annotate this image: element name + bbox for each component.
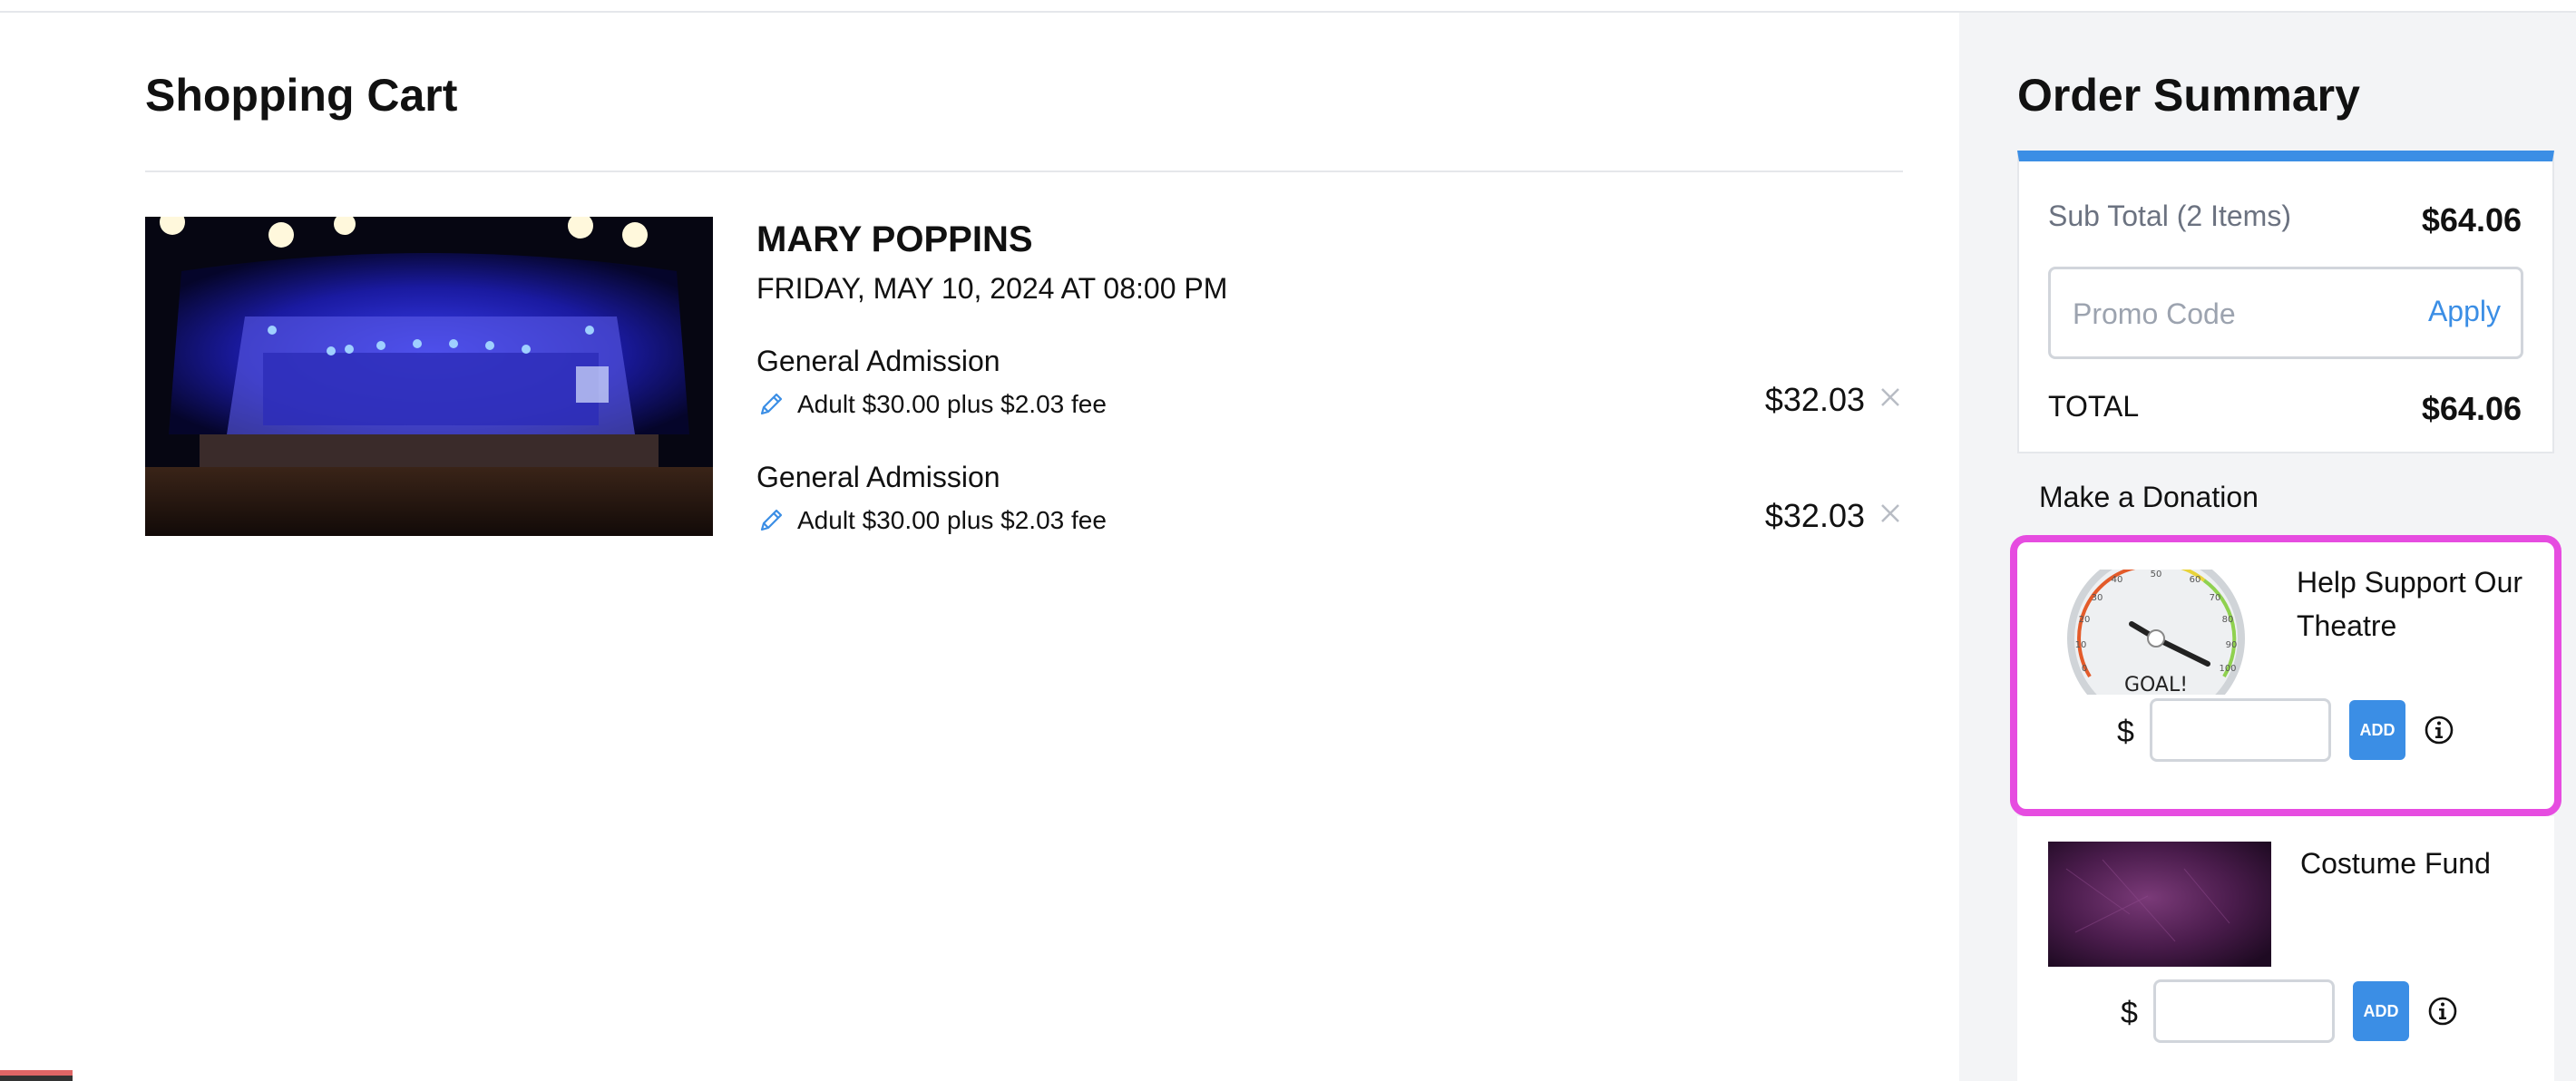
ticket-description: Adult $30.00 plus $2.03 fee bbox=[797, 390, 1107, 418]
event-image bbox=[145, 217, 713, 536]
apply-promo-button[interactable]: Apply bbox=[2428, 295, 2501, 328]
currency-symbol: $ bbox=[2117, 715, 2134, 749]
promo-code-input[interactable] bbox=[2073, 289, 2399, 338]
donation-fund-name: Costume Fund bbox=[2300, 847, 2491, 880]
ticket-price: $32.03 bbox=[1764, 497, 1865, 534]
page-title: Shopping Cart bbox=[145, 70, 458, 121]
top-divider bbox=[0, 0, 2576, 13]
currency-symbol: $ bbox=[2121, 996, 2138, 1030]
promo-code-box: Apply bbox=[2048, 267, 2523, 359]
gauge-tick: 10 bbox=[2075, 640, 2087, 650]
gauge-caption: GOAL! bbox=[2124, 674, 2188, 695]
add-donation-button[interactable]: ADD bbox=[2349, 700, 2405, 760]
donation-card-theatre: 0 10 20 30 40 50 60 70 80 90 100 GOAL! H bbox=[2010, 535, 2561, 816]
donation-amount-input[interactable] bbox=[2150, 698, 2331, 762]
cart-divider bbox=[145, 170, 1903, 172]
event-name: MARY POPPINS bbox=[756, 219, 1033, 259]
order-summary-title: Order Summary bbox=[2017, 70, 2360, 121]
subtotal-label: Sub Total (2 Items) bbox=[2048, 200, 2291, 232]
gauge-tick: 90 bbox=[2226, 640, 2238, 650]
info-icon[interactable] bbox=[2424, 715, 2454, 745]
cart-line-item: General Admission Adult $30.00 plus $2.0… bbox=[756, 345, 1903, 435]
total-label: TOTAL bbox=[2048, 390, 2140, 423]
gauge-tick: 70 bbox=[2210, 593, 2221, 603]
ticket-description: Adult $30.00 plus $2.03 fee bbox=[797, 506, 1107, 534]
gauge-tick: 80 bbox=[2222, 615, 2234, 625]
corner-indicator bbox=[0, 1070, 73, 1081]
gauge-tick: 60 bbox=[2190, 575, 2201, 585]
gauge-tick: 0 bbox=[2082, 664, 2087, 674]
ticket-type: General Admission bbox=[756, 345, 1000, 377]
gauge-tick: 40 bbox=[2112, 575, 2123, 585]
event-date: FRIDAY, MAY 10, 2024 AT 08:00 PM bbox=[756, 272, 1228, 305]
donation-heading: Make a Donation bbox=[2039, 481, 2259, 513]
order-summary-sidebar: Order Summary Sub Total (2 Items) $64.06… bbox=[1959, 13, 2576, 1081]
donation-card-costume: Costume Fund $ ADD bbox=[2017, 816, 2554, 1081]
total-value: $64.06 bbox=[2421, 390, 2522, 427]
add-donation-button[interactable]: ADD bbox=[2353, 981, 2409, 1041]
donation-amount-input[interactable] bbox=[2153, 979, 2335, 1043]
costume-fund-image bbox=[2048, 842, 2271, 967]
cart-line-item: General Admission Adult $30.00 plus $2.0… bbox=[756, 461, 1903, 551]
close-icon[interactable] bbox=[1878, 385, 1903, 410]
ticket-price: $32.03 bbox=[1764, 381, 1865, 418]
subtotal-value: $64.06 bbox=[2421, 201, 2522, 239]
gauge-tick: 30 bbox=[2092, 593, 2103, 603]
info-icon[interactable] bbox=[2427, 996, 2458, 1027]
donation-fund-name: Help Support Our Theatre bbox=[2297, 566, 2523, 642]
gauge-tick: 50 bbox=[2151, 570, 2162, 579]
close-icon[interactable] bbox=[1878, 501, 1903, 526]
gauge-tick: 100 bbox=[2219, 664, 2236, 674]
goal-gauge-image: 0 10 20 30 40 50 60 70 80 90 100 GOAL! bbox=[2044, 570, 2268, 695]
pencil-icon[interactable] bbox=[756, 506, 785, 535]
summary-box: Sub Total (2 Items) $64.06 Apply TOTAL $… bbox=[2017, 151, 2554, 453]
ticket-type: General Admission bbox=[756, 461, 1000, 493]
pencil-icon[interactable] bbox=[756, 390, 785, 419]
gauge-tick: 20 bbox=[2079, 615, 2091, 625]
